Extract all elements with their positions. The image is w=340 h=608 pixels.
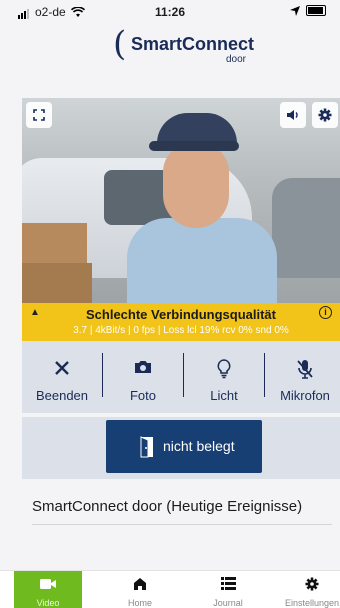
end-call-button[interactable]: Beenden — [22, 341, 102, 413]
door-panel: nicht belegt — [22, 417, 340, 479]
quality-title: Schlechte Verbindungsqualität — [86, 307, 276, 322]
tab-home[interactable]: Home — [106, 571, 174, 608]
status-right — [290, 5, 326, 16]
quality-stats: 3.7 | 4kBit/s | 0 fps | Loss lcl 19% rcv… — [73, 325, 289, 336]
person-shirt — [127, 218, 277, 303]
door-status-button[interactable]: nicht belegt — [106, 420, 262, 473]
photo-label: Foto — [129, 388, 156, 403]
door-status-label: nicht belegt — [163, 438, 235, 454]
video-person — [127, 113, 277, 303]
tab-video[interactable]: Video — [14, 571, 82, 608]
tab-settings[interactable]: Einstellungen — [278, 571, 340, 608]
microphone-button[interactable]: Mikrofon — [265, 341, 340, 413]
gear-icon — [278, 577, 340, 594]
events-title: SmartConnect door (Heutige Ereignisse) — [32, 498, 303, 515]
fullscreen-icon — [33, 109, 45, 121]
gear-icon — [318, 108, 332, 122]
speaker-button[interactable] — [280, 102, 306, 128]
photo-button[interactable]: Foto — [103, 341, 183, 413]
light-label: Licht — [210, 388, 238, 403]
video-settings-button[interactable] — [312, 102, 338, 128]
microphone-label: Mikrofon — [280, 388, 330, 403]
end-call-label: Beenden — [35, 388, 89, 403]
location-arrow-icon — [290, 5, 300, 16]
call-controls: Beenden Foto Licht Mikrofon — [22, 341, 340, 413]
person-cap-brim — [149, 141, 239, 151]
status-time: 11:26 — [154, 5, 186, 19]
events-divider — [32, 524, 332, 525]
info-icon[interactable]: i — [319, 306, 332, 319]
microphone-muted-icon — [265, 359, 340, 381]
light-button[interactable]: Licht — [184, 341, 264, 413]
battery-icon — [306, 5, 326, 16]
person-face — [163, 143, 229, 228]
connection-quality-banner[interactable]: ▲ Schlechte Verbindungsqualität i 3.7 | … — [22, 303, 340, 341]
logo-sub: door — [226, 54, 247, 65]
tab-bar: Video Home Journal Einstellungen — [0, 570, 340, 608]
home-icon — [106, 577, 174, 594]
video-stream[interactable] — [22, 98, 340, 303]
door-open-icon — [140, 436, 153, 458]
logo-mark: ( — [113, 24, 127, 64]
video-van-right — [272, 178, 340, 278]
tab-journal[interactable]: Journal — [194, 571, 262, 608]
lightbulb-icon — [184, 359, 264, 381]
camera-icon — [103, 359, 183, 381]
video-boxes-lower — [22, 263, 92, 303]
video-camera-icon — [14, 577, 82, 593]
logo-name: SmartConnect — [131, 34, 255, 54]
status-bar: o2-de 11:26 — [0, 0, 340, 22]
app-logo: ( SmartConnect door — [0, 24, 340, 66]
fullscreen-button[interactable] — [26, 102, 52, 128]
list-icon — [194, 577, 262, 593]
speaker-icon — [287, 110, 298, 120]
close-icon — [22, 359, 102, 381]
